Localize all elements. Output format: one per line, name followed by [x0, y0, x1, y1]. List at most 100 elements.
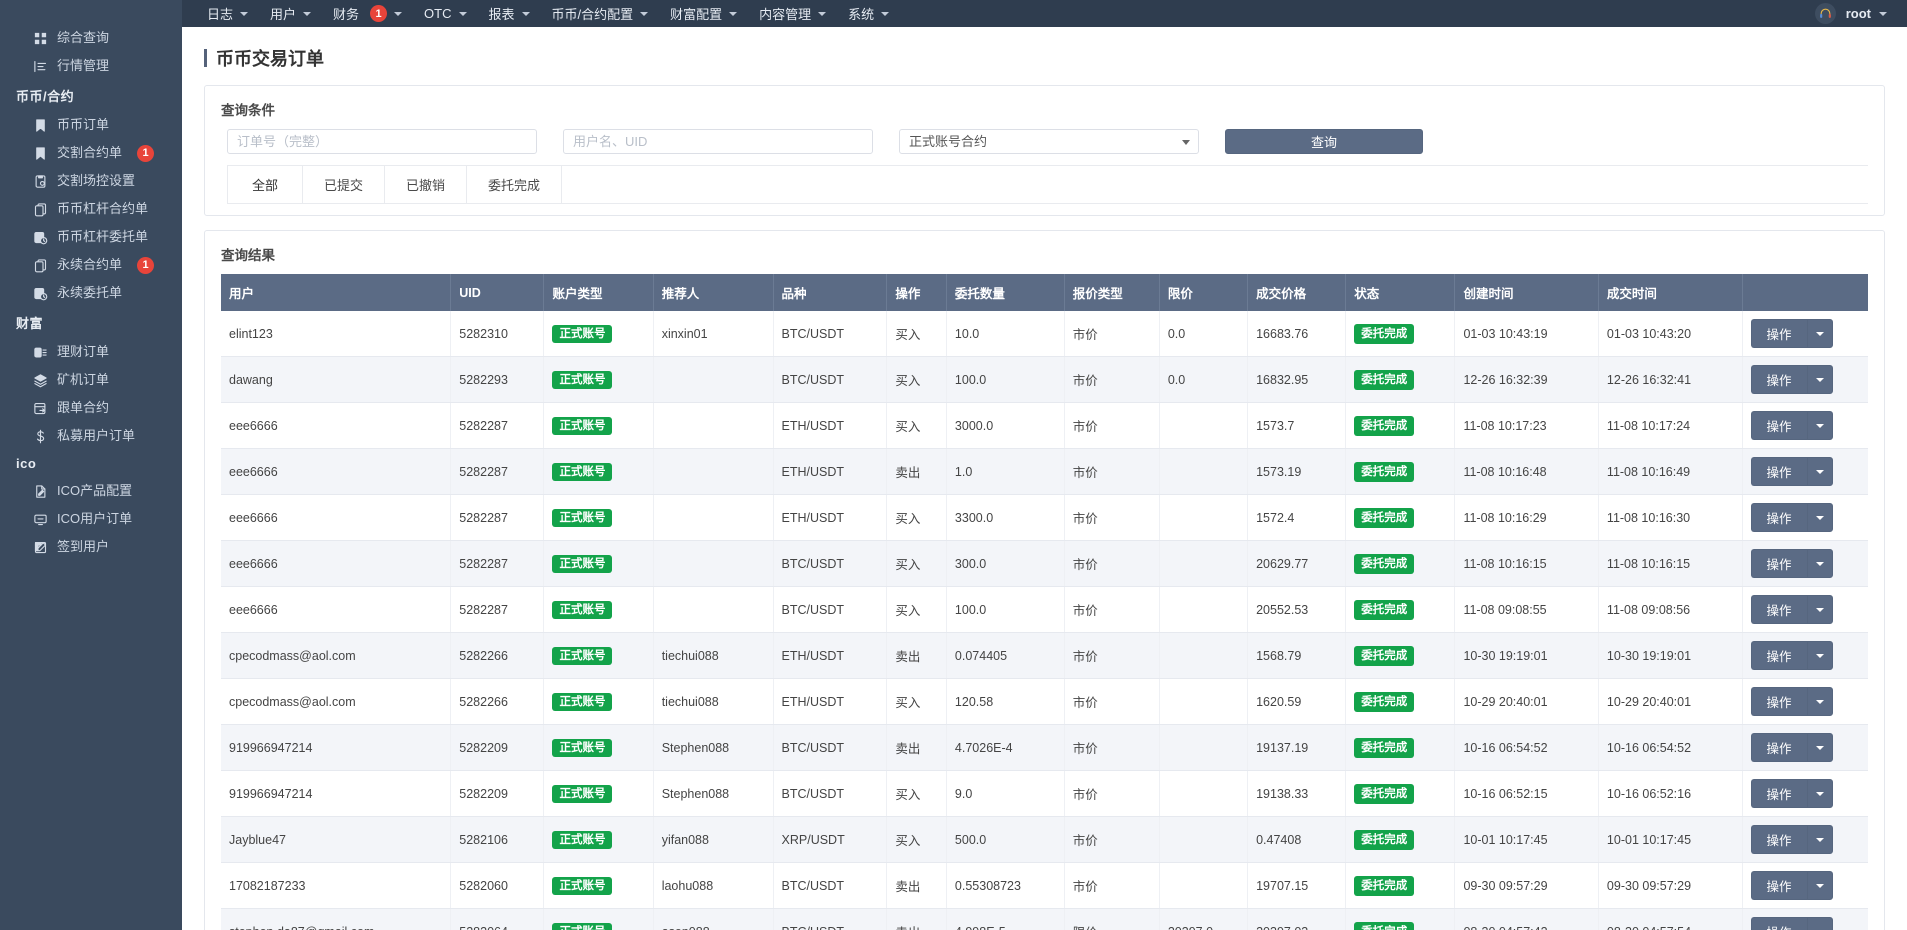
account-type-cell: 正式账号	[544, 449, 653, 495]
username-uid-input[interactable]	[563, 129, 873, 154]
topnav-item-7[interactable]: 内容管理	[748, 0, 837, 27]
user-cell: Jayblue47	[221, 817, 451, 863]
action-button[interactable]: 操作	[1751, 503, 1807, 532]
sidebar-item-0[interactable]: 综合查询	[0, 24, 182, 52]
action-button[interactable]: 操作	[1751, 641, 1807, 670]
user-cell: 919966947214	[221, 771, 451, 817]
sidebar-item-13[interactable]: 跟单合约	[0, 394, 182, 422]
action-dropdown-toggle[interactable]	[1807, 917, 1833, 930]
action-dropdown-toggle[interactable]	[1807, 503, 1833, 532]
action-button[interactable]: 操作	[1751, 457, 1807, 486]
action-button[interactable]: 操作	[1751, 917, 1807, 930]
column-header-9: 成交价格	[1248, 274, 1346, 311]
action-dropdown-toggle[interactable]	[1807, 871, 1833, 900]
action-dropdown-toggle[interactable]	[1807, 825, 1833, 854]
account-type-badge: 正式账号	[552, 831, 612, 849]
action-dropdown-toggle[interactable]	[1807, 457, 1833, 486]
quote_type-cell: 市价	[1064, 725, 1159, 771]
action-dropdown-toggle[interactable]	[1807, 641, 1833, 670]
uid-cell: 5282287	[451, 403, 544, 449]
side-cell: 买入	[887, 357, 947, 403]
sidebar-item-1[interactable]: 行情管理	[0, 52, 182, 80]
sidebar-item-18[interactable]: 签到用户	[0, 533, 182, 561]
referrer-cell	[653, 541, 773, 587]
price-cell: 1573.7	[1248, 403, 1346, 449]
account-type-select[interactable]: 正式账号合约	[899, 129, 1199, 154]
topnav-item-8[interactable]: 系统	[837, 0, 900, 27]
limit-cell: 0.0	[1159, 357, 1247, 403]
query-button[interactable]: 查询	[1225, 129, 1423, 154]
action-dropdown-toggle[interactable]	[1807, 549, 1833, 578]
qty-cell: 0.074405	[946, 633, 1064, 679]
sidebar-item-8[interactable]: 永续合约单1	[0, 251, 182, 279]
table-row: eee66665282287正式账号ETH/USDT卖出1.0市价1573.19…	[221, 449, 1868, 495]
results-table-wrapper: 用户UID账户类型推荐人品种操作委托数量报价类型限价成交价格状态创建时间成交时间…	[205, 274, 1884, 930]
action-button[interactable]: 操作	[1751, 687, 1807, 716]
chevron-down-icon	[1816, 424, 1824, 428]
referrer-cell: tiechui088	[653, 633, 773, 679]
sidebar-item-label: 签到用户	[57, 538, 109, 556]
qty-cell: 9.0	[946, 771, 1064, 817]
action-button-group: 操作	[1751, 733, 1833, 762]
user-menu[interactable]: root	[1846, 6, 1893, 21]
action-button[interactable]: 操作	[1751, 871, 1807, 900]
order-no-input[interactable]	[227, 129, 537, 154]
side-cell: 买入	[887, 311, 947, 357]
sidebar-item-5[interactable]: 交割场控设置	[0, 167, 182, 195]
action-button[interactable]: 操作	[1751, 733, 1807, 762]
sidebar-item-3[interactable]: 币币订单	[0, 111, 182, 139]
sidebar-item-14[interactable]: 私募用户订单	[0, 422, 182, 450]
status-cell: 委托完成	[1346, 771, 1455, 817]
topnav-item-2[interactable]: 财务1	[322, 0, 413, 27]
sidebar-item-6[interactable]: 币币杠杆合约单	[0, 195, 182, 223]
topnav-item-5[interactable]: 币币/合约配置	[541, 0, 660, 27]
created-cell: 08-30 04:57:42	[1455, 909, 1598, 930]
sidebar-item-17[interactable]: ICO用户订单	[0, 505, 182, 533]
topnav-item-6[interactable]: 财富配置	[659, 0, 748, 27]
action-button[interactable]: 操作	[1751, 319, 1807, 348]
status-tab-0[interactable]: 全部	[227, 166, 303, 203]
action-dropdown-toggle[interactable]	[1807, 733, 1833, 762]
status-tab-2[interactable]: 已撤销	[385, 166, 467, 203]
dealt-cell: 10-30 19:19:01	[1598, 633, 1742, 679]
sidebar-item-16[interactable]: ICO产品配置	[0, 477, 182, 505]
action-dropdown-toggle[interactable]	[1807, 365, 1833, 394]
grid-icon	[33, 31, 48, 46]
action-button[interactable]: 操作	[1751, 779, 1807, 808]
action-button[interactable]: 操作	[1751, 365, 1807, 394]
action-dropdown-toggle[interactable]	[1807, 411, 1833, 440]
topnav-item-1[interactable]: 用户	[259, 0, 322, 27]
status-badge: 委托完成	[1354, 324, 1414, 344]
referrer-cell: asen088	[653, 909, 773, 930]
action-dropdown-toggle[interactable]	[1807, 595, 1833, 624]
topnav-item-3[interactable]: OTC	[413, 0, 477, 27]
price-cell: 16832.95	[1248, 357, 1346, 403]
action-button[interactable]: 操作	[1751, 411, 1807, 440]
sidebar-item-label: 理财订单	[57, 343, 109, 361]
topnav-item-0[interactable]: 日志	[196, 0, 259, 27]
sidebar-item-9[interactable]: 永续委托单	[0, 279, 182, 307]
account-type-badge: 正式账号	[552, 923, 612, 930]
topnav-item-label: 用户	[270, 4, 296, 23]
sidebar-item-4[interactable]: 交割合约单1	[0, 139, 182, 167]
topnav-item-4[interactable]: 报表	[478, 0, 541, 27]
sidebar-item-12[interactable]: 矿机订单	[0, 366, 182, 394]
limit-cell	[1159, 771, 1247, 817]
status-tab-3[interactable]: 委托完成	[467, 166, 562, 203]
action-dropdown-toggle[interactable]	[1807, 319, 1833, 348]
sidebar-item-7[interactable]: 币币杠杆委托单	[0, 223, 182, 251]
referrer-cell: Stephen088	[653, 771, 773, 817]
action-button[interactable]: 操作	[1751, 595, 1807, 624]
action-dropdown-toggle[interactable]	[1807, 779, 1833, 808]
sidebar-item-11[interactable]: 理财订单	[0, 338, 182, 366]
created-cell: 10-01 10:17:45	[1455, 817, 1598, 863]
chevron-down-icon	[1816, 608, 1824, 612]
action-button[interactable]: 操作	[1751, 549, 1807, 578]
action-dropdown-toggle[interactable]	[1807, 687, 1833, 716]
headset-icon[interactable]	[1815, 3, 1836, 24]
action-button[interactable]: 操作	[1751, 825, 1807, 854]
status-tab-1[interactable]: 已提交	[303, 166, 385, 203]
status-badge: 委托完成	[1354, 692, 1414, 712]
clipboard-icon	[33, 174, 48, 189]
status-cell: 委托完成	[1346, 909, 1455, 930]
